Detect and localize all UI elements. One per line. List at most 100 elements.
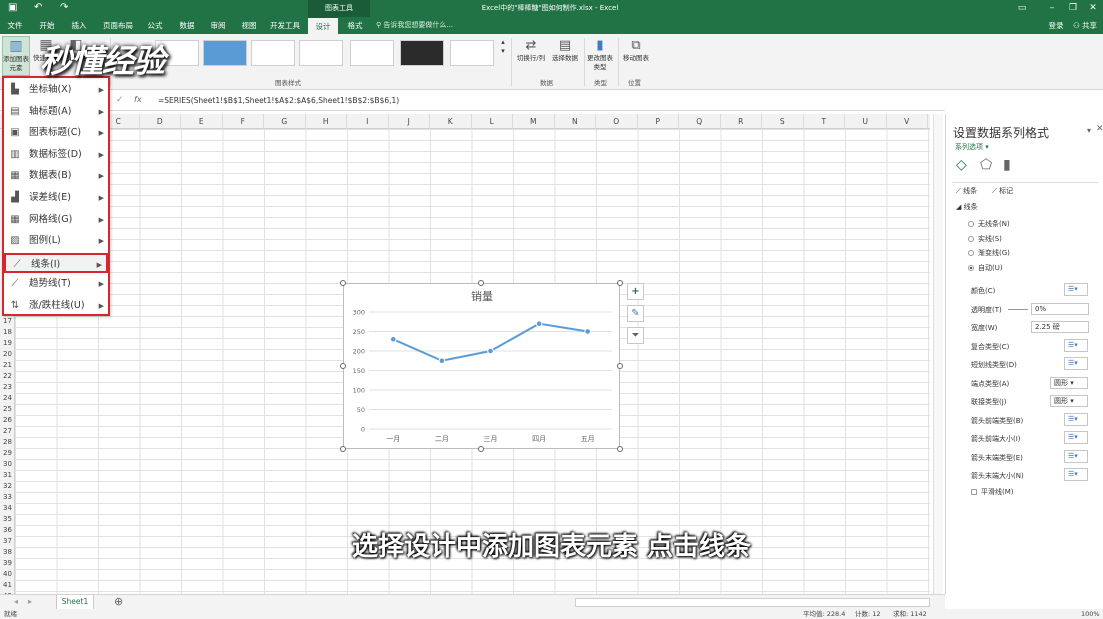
select-data-button[interactable]: ▤ 选择数据 (549, 38, 581, 63)
tab-marker[interactable]: ⟋ 标记 (992, 186, 1013, 196)
row-header[interactable]: 40 (0, 569, 15, 580)
share-button[interactable]: ⚇ 共享 (1070, 17, 1100, 34)
row-header[interactable]: 18 (0, 327, 15, 338)
tab-format[interactable]: 格式 (340, 17, 370, 34)
tell-me-search[interactable]: ⚲ 告诉我您想要做什么... (376, 17, 453, 34)
property-input[interactable]: 0% (1031, 302, 1089, 315)
close-button[interactable]: ✕ (1078, 0, 1103, 17)
move-chart-button[interactable]: ⧉ 移动图表 (620, 38, 652, 63)
row-header[interactable]: 32 (0, 481, 15, 492)
row-header[interactable]: 23 (0, 382, 15, 393)
row-header[interactable]: 41 (0, 580, 15, 591)
row-header[interactable]: 20 (0, 349, 15, 360)
row-header[interactable]: 27 (0, 426, 15, 437)
row-header[interactable]: 22 (0, 371, 15, 382)
menu-item[interactable]: ▤ 轴标题(A) ▶ (4, 102, 108, 122)
radio-button[interactable] (968, 221, 974, 227)
resize-handle[interactable] (617, 280, 623, 286)
resize-handle[interactable] (617, 446, 623, 452)
chart-style-3[interactable] (251, 40, 295, 66)
radio-button[interactable] (968, 235, 974, 242)
transparency-slider[interactable] (1008, 309, 1028, 310)
column-header[interactable]: T (804, 114, 845, 129)
menu-item[interactable]: ▦ 网格线(G) ▶ (4, 210, 108, 230)
row-header[interactable]: 28 (0, 437, 15, 448)
property-dropdown[interactable]: ☰▾ (1064, 412, 1088, 426)
zoom-level[interactable]: 100% (1081, 609, 1100, 619)
property-dropdown[interactable]: ☰▾ (1064, 338, 1088, 352)
row-header[interactable]: 33 (0, 492, 15, 503)
row-header[interactable]: 19 (0, 338, 15, 349)
ribbon-options-icon[interactable]: ▭ (1007, 0, 1037, 17)
login-link[interactable]: 登录 (1045, 17, 1067, 34)
menu-item[interactable]: ▣ 图表标题(C) ▶ (4, 123, 108, 143)
menu-item[interactable]: ▟ 误差线(E) ▶ (4, 188, 108, 208)
tab-developer[interactable]: 开发工具 (266, 17, 304, 34)
horizontal-scrollbar[interactable] (575, 598, 930, 607)
save-icon[interactable]: ▣ (8, 2, 17, 14)
tab-data[interactable]: 数据 (172, 17, 202, 34)
pane-close-icon[interactable]: ✕ (1096, 124, 1103, 134)
fill-line-icon[interactable]: ◇ (956, 157, 967, 173)
next-sheet-icon[interactable]: ▸ (28, 597, 32, 606)
resize-handle[interactable] (617, 363, 623, 369)
row-header[interactable]: 34 (0, 503, 15, 514)
line-section-header[interactable]: ◢ 线条 (956, 202, 978, 212)
column-header[interactable]: N (555, 114, 596, 129)
chart-style-2[interactable] (203, 40, 247, 66)
property-dropdown[interactable]: 圆形 ▾ (1050, 395, 1088, 407)
column-header[interactable]: O (596, 114, 638, 129)
prev-sheet-icon[interactable]: ◂ (14, 597, 18, 606)
resize-handle[interactable] (340, 280, 346, 286)
resize-handle[interactable] (478, 280, 484, 286)
formula-input[interactable]: =SERIES(Sheet1!$B$1,Sheet1!$A$2:$A$6,She… (158, 96, 399, 105)
column-header[interactable]: U (845, 114, 887, 129)
row-header[interactable]: 26 (0, 415, 15, 426)
menu-item[interactable]: ⇅ 涨/跌柱线(U) ▶ (4, 296, 108, 316)
tab-formulas[interactable]: 公式 (140, 17, 170, 34)
column-header[interactable]: J (389, 114, 430, 129)
styles-scroll-icon[interactable]: ▴ ▾ (499, 38, 507, 56)
property-dropdown[interactable]: ☰▾ (1064, 283, 1088, 296)
sheet-tab-sheet1[interactable]: Sheet1 (56, 595, 94, 610)
resize-handle[interactable] (340, 363, 346, 369)
chart-styles-brush-icon[interactable]: ✎ (627, 305, 644, 322)
column-header[interactable]: P (638, 114, 679, 129)
tab-file[interactable]: 文件 (2, 17, 28, 34)
property-dropdown[interactable]: ☰▾ (1064, 449, 1088, 463)
chart-style-7[interactable] (450, 40, 494, 66)
menu-item[interactable]: ▨ 图例(L) ▶ (4, 231, 108, 251)
column-header[interactable]: R (721, 114, 762, 129)
property-input[interactable]: 2.25 磅 (1031, 321, 1089, 333)
tab-home[interactable]: 开始 (32, 17, 62, 34)
column-header[interactable]: K (430, 114, 472, 129)
line-chart[interactable]: 销量 300 250 200 150 100 50 0 一月 二月 三月 四月 五月 (343, 283, 620, 449)
row-header[interactable]: 25 (0, 404, 15, 415)
add-sheet-icon[interactable]: ⊕ (114, 595, 123, 608)
column-header[interactable]: Q (679, 114, 721, 129)
property-dropdown[interactable]: 圆形 ▾ (1050, 376, 1088, 389)
fx-icon[interactable]: fx (134, 95, 142, 104)
menu-item[interactable]: ⟋ 趋势线(T) ▶ (4, 274, 108, 294)
resize-handle[interactable] (478, 446, 484, 452)
tab-page-layout[interactable]: 页面布局 (98, 17, 138, 34)
tab-insert[interactable]: 插入 (64, 17, 94, 34)
tab-review[interactable]: 审阅 (203, 17, 233, 34)
series-options-dropdown[interactable]: 系列选项 ▾ (955, 142, 989, 152)
column-header[interactable]: M (513, 114, 555, 129)
row-header[interactable]: 35 (0, 514, 15, 525)
column-header[interactable]: S (762, 114, 804, 129)
chart-style-5[interactable] (350, 40, 394, 66)
check-icon[interactable]: ✓ (116, 95, 124, 105)
column-header[interactable]: E (181, 114, 223, 129)
chart-style-4[interactable] (299, 40, 343, 66)
pane-options-icon[interactable]: ▾ (1087, 126, 1091, 135)
property-dropdown[interactable]: ☰▾ (1064, 357, 1088, 370)
effects-icon[interactable]: ⬠ (980, 157, 992, 173)
menu-item[interactable]: ▦ 数据表(B) ▶ (4, 166, 108, 186)
column-header[interactable]: H (306, 114, 347, 129)
row-header[interactable]: 21 (0, 360, 15, 371)
row-header[interactable]: 24 (0, 393, 15, 404)
resize-handle[interactable] (340, 446, 346, 452)
column-header[interactable]: F (223, 114, 264, 129)
